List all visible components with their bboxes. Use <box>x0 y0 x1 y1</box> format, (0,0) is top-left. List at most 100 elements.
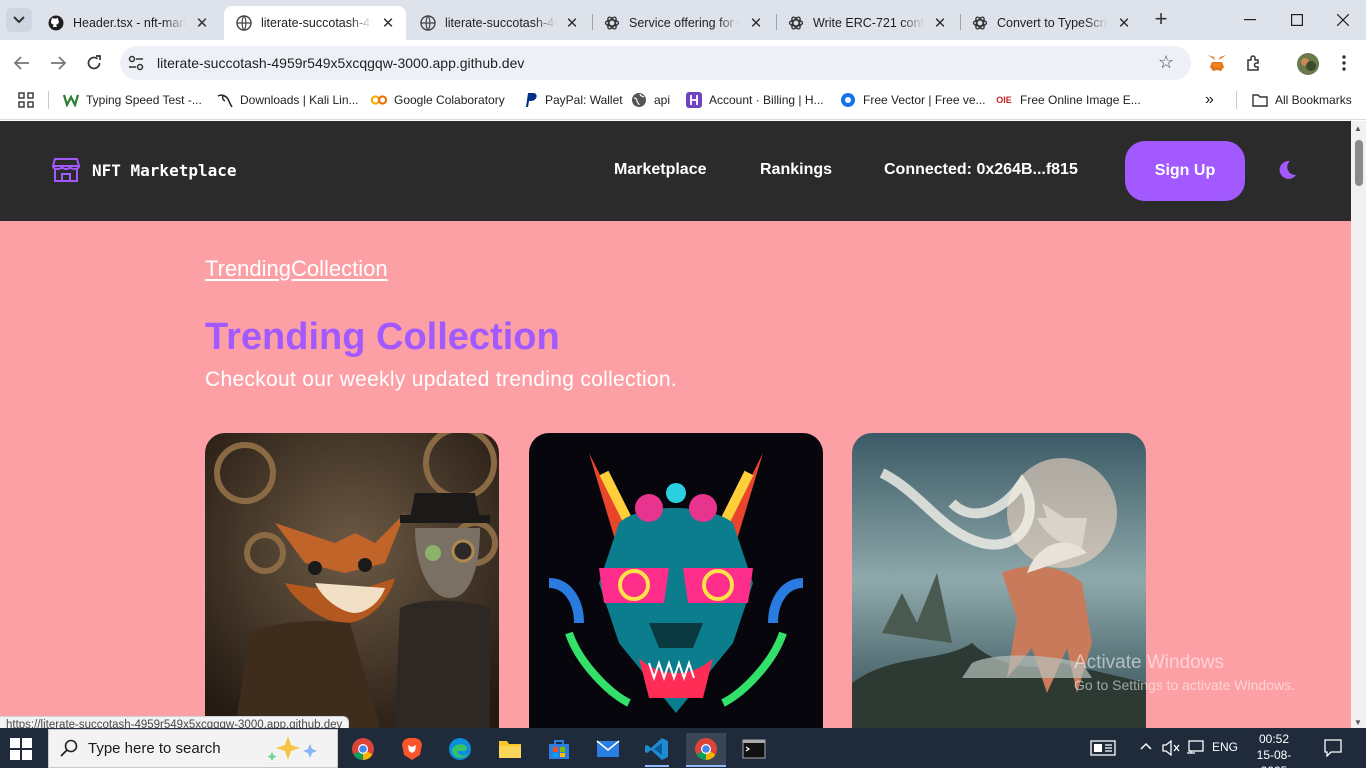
tab-3[interactable]: literate-succotash-4959 ✕ <box>408 6 590 40</box>
network-icon[interactable] <box>1186 740 1204 756</box>
apps-grid-icon[interactable] <box>18 91 34 109</box>
storefront-icon <box>52 158 80 182</box>
taskbar-vscode[interactable] <box>637 733 677 765</box>
collection-card-steampunk[interactable] <box>205 433 499 728</box>
language-indicator[interactable]: ENG <box>1212 740 1238 754</box>
page-content: NFT Marketplace Marketplace Rankings Con… <box>0 121 1351 728</box>
bookmark-item[interactable]: PayPal: Wallet <box>522 91 623 109</box>
brave-icon <box>402 738 422 760</box>
clock-time: 00:52 <box>1258 732 1290 746</box>
bookmark-item[interactable]: api <box>631 91 670 109</box>
bookmark-star-icon[interactable]: ☆ <box>1158 52 1174 73</box>
bookmark-label: Typing Speed Test -... <box>86 93 202 107</box>
tab-title: Header.tsx - nft-market <box>73 16 186 30</box>
taskbar-edge[interactable] <box>440 733 480 765</box>
moon-icon[interactable] <box>1276 159 1298 181</box>
close-icon[interactable]: ✕ <box>748 14 764 32</box>
tab-1[interactable]: Header.tsx - nft-market ✕ <box>36 6 220 40</box>
forward-button[interactable] <box>46 52 70 74</box>
metamask-icon[interactable] <box>1206 52 1228 74</box>
sign-up-button[interactable]: Sign Up <box>1125 141 1245 201</box>
bookmark-item[interactable]: Google Colaboratory <box>371 91 505 109</box>
minimize-button[interactable] <box>1227 0 1273 40</box>
windows-start-icon[interactable] <box>10 738 32 760</box>
taskbar-chrome[interactable] <box>343 733 383 765</box>
taskbar-terminal[interactable] <box>734 733 774 765</box>
browser-menu-icon[interactable] <box>1333 52 1355 74</box>
bookmark-item[interactable]: Account · Billing | H... <box>686 91 824 109</box>
scrollbar-thumb[interactable] <box>1355 140 1363 186</box>
taskbar-store[interactable] <box>539 733 579 765</box>
chrome-icon <box>352 738 374 760</box>
bookmark-item[interactable]: Downloads | Kali Lin... <box>217 91 359 109</box>
url-text[interactable]: literate-succotash-4959r549x5xcqgqw-3000… <box>157 55 524 71</box>
oie-icon: OIE <box>996 95 1012 105</box>
maximize-button[interactable] <box>1274 0 1320 40</box>
bookmark-label: Free Online Image E... <box>1020 93 1141 107</box>
bookmark-divider <box>48 91 49 109</box>
site-settings-icon[interactable] <box>127 54 145 72</box>
bookmark-item[interactable]: Free Vector | Free ve... <box>840 91 986 109</box>
site-logo[interactable]: NFT Marketplace <box>52 157 237 183</box>
scroll-up-arrow[interactable]: ▲ <box>1354 124 1362 133</box>
kali-icon <box>217 92 233 108</box>
extensions-icon[interactable] <box>1243 52 1265 74</box>
more-bookmarks-icon[interactable]: » <box>1205 91 1214 109</box>
scroll-down-arrow[interactable]: ▼ <box>1354 718 1362 727</box>
all-bookmarks-button[interactable]: All Bookmarks <box>1252 91 1352 109</box>
chevron-up-icon[interactable] <box>1140 742 1152 750</box>
sparkle-icon <box>267 736 317 761</box>
tab-title: Convert to TypeScript <box>997 16 1108 30</box>
site-navbar: NFT Marketplace Marketplace Rankings Con… <box>0 121 1351 221</box>
edge-icon <box>449 738 471 760</box>
nav-rankings-link[interactable]: Rankings <box>760 161 832 179</box>
chrome-profile-icon <box>695 738 717 760</box>
new-tab-button[interactable]: + <box>1150 8 1172 31</box>
close-window-button[interactable] <box>1320 0 1366 40</box>
tab-title: Write ERC-721 contract <box>813 16 924 30</box>
globe-icon <box>631 92 647 108</box>
close-icon[interactable]: ✕ <box>932 14 948 32</box>
news-widget-icon[interactable] <box>1090 740 1116 756</box>
bookmark-item[interactable]: OIE Free Online Image E... <box>995 91 1141 109</box>
close-icon[interactable]: ✕ <box>380 14 396 32</box>
taskbar-brave[interactable] <box>392 733 432 765</box>
tab-5[interactable]: Write ERC-721 contract ✕ <box>776 6 958 40</box>
chatgpt-icon <box>972 15 988 31</box>
breadcrumb[interactable]: TrendingCollection <box>205 256 388 282</box>
back-button[interactable] <box>10 52 34 74</box>
taskbar-file-explorer[interactable] <box>490 733 530 765</box>
maximize-icon <box>1291 14 1303 26</box>
taskbar-search-placeholder[interactable]: Type here to search <box>88 740 221 757</box>
search-icon <box>60 739 78 757</box>
tab-title: literate-succotash-4959 <box>445 16 556 30</box>
tab-4[interactable]: Service offering for web ✕ <box>592 6 774 40</box>
page-subtitle: Checkout our weekly updated trending col… <box>205 368 678 391</box>
globe-icon <box>420 15 436 31</box>
bookmark-label: PayPal: Wallet <box>545 93 623 107</box>
folder-icon <box>1252 92 1268 108</box>
reload-button[interactable] <box>82 52 106 74</box>
close-icon[interactable]: ✕ <box>194 14 210 32</box>
tab-6[interactable]: Convert to TypeScript ✕ <box>960 6 1142 40</box>
profile-avatar[interactable] <box>1296 52 1320 76</box>
tab-title: literate-succotash-4959 <box>261 16 372 30</box>
notifications-icon[interactable] <box>1324 739 1342 757</box>
page-scrollbar[interactable] <box>1351 121 1366 728</box>
bookmark-item[interactable]: Typing Speed Test -... <box>63 91 202 109</box>
tab-search-button[interactable] <box>6 8 32 32</box>
taskbar-mail[interactable] <box>588 733 628 765</box>
tab-2-active[interactable]: literate-succotash-4959 ✕ <box>224 6 406 40</box>
chevron-down-icon <box>13 16 25 24</box>
volume-muted-icon[interactable] <box>1162 740 1180 756</box>
taskbar-clock[interactable]: 00:52 15-08-2025 <box>1249 731 1299 768</box>
github-icon <box>48 15 64 31</box>
close-icon[interactable]: ✕ <box>1116 14 1132 32</box>
collection-card-neon-wolf[interactable] <box>529 433 823 728</box>
close-icon[interactable]: ✕ <box>564 14 580 32</box>
h-icon <box>686 92 702 108</box>
bookmark-label: Downloads | Kali Lin... <box>240 93 359 107</box>
minimize-icon <box>1244 19 1256 21</box>
taskbar-chrome-active[interactable] <box>686 733 726 765</box>
nav-marketplace-link[interactable]: Marketplace <box>614 161 707 179</box>
